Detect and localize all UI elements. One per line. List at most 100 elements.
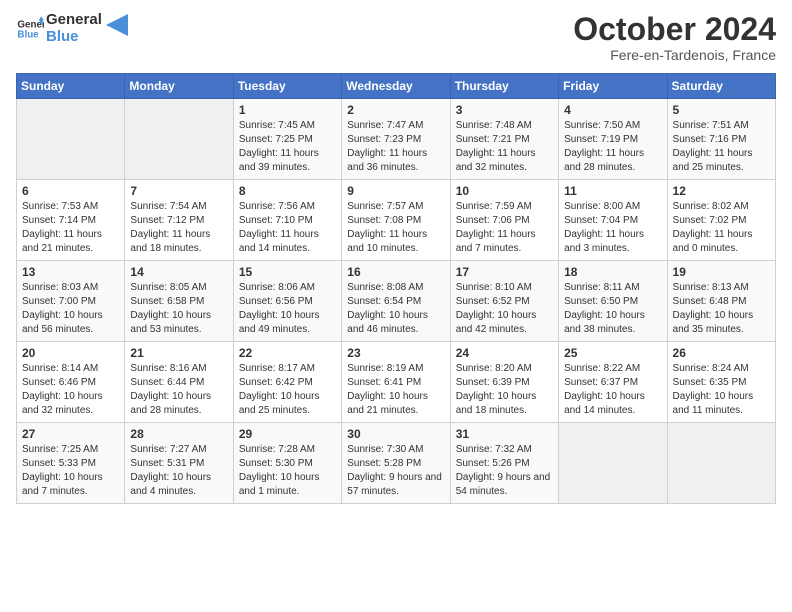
calendar-cell: 10Sunrise: 7:59 AM Sunset: 7:06 PM Dayli… bbox=[450, 180, 558, 261]
calendar-cell: 19 Sunrise: 8:13 AM Sunset: 6:48 PM Dayli… bbox=[667, 261, 775, 342]
day-info: Sunrise: 7:28 AM Sunset: 5:30 PM Dayligh… bbox=[239, 443, 336, 499]
day-info: Sunrise: 8:24 AM Sunset: 6:35 PM Dayligh… bbox=[673, 362, 770, 418]
calendar-cell bbox=[559, 423, 667, 504]
day-info: Sunrise: 8:13 AM Sunset: 6:48 PM Dayligh… bbox=[673, 281, 770, 337]
calendar-cell: 18Sunrise: 8:11 AM Sunset: 6:50 PM Dayli… bbox=[559, 261, 667, 342]
day-info: Sunrise: 8:06 AM Sunset: 6:56 PM Dayligh… bbox=[239, 281, 336, 337]
day-number: 1 bbox=[239, 103, 336, 117]
logo-arrow-icon bbox=[106, 14, 128, 36]
week-row-1: 1Sunrise: 7:45 AM Sunset: 7:25 PM Daylig… bbox=[17, 99, 776, 180]
day-number: 27 bbox=[22, 427, 119, 441]
day-info: Sunrise: 7:27 AM Sunset: 5:31 PM Dayligh… bbox=[130, 443, 227, 499]
day-info: Sunrise: 8:02 AM Sunset: 7:02 PM Dayligh… bbox=[673, 200, 770, 256]
day-info: Sunrise: 8:03 AM Sunset: 7:00 PM Dayligh… bbox=[22, 281, 119, 337]
calendar-cell: 2 Sunrise: 7:47 AM Sunset: 7:23 PM Daylig… bbox=[342, 99, 450, 180]
calendar-cell: 13 Sunrise: 8:03 AM Sunset: 7:00 PM Dayli… bbox=[17, 261, 125, 342]
calendar-cell: 27 Sunrise: 7:25 AM Sunset: 5:33 PM Dayli… bbox=[17, 423, 125, 504]
main-container: General Blue General Blue October 2024 F… bbox=[0, 0, 792, 512]
calendar-cell: 30Sunrise: 7:30 AM Sunset: 5:28 PM Dayli… bbox=[342, 423, 450, 504]
calendar-cell: 7Sunrise: 7:54 AM Sunset: 7:12 PM Daylig… bbox=[125, 180, 233, 261]
day-number: 10 bbox=[456, 184, 553, 198]
day-info: Sunrise: 7:25 AM Sunset: 5:33 PM Dayligh… bbox=[22, 443, 119, 499]
calendar-cell: 24 Sunrise: 8:20 AM Sunset: 6:39 PM Dayli… bbox=[450, 342, 558, 423]
calendar-cell: 15 Sunrise: 8:06 AM Sunset: 6:56 PM Dayli… bbox=[233, 261, 341, 342]
calendar-cell: 23 Sunrise: 8:19 AM Sunset: 6:41 PM Dayli… bbox=[342, 342, 450, 423]
week-row-4: 20Sunrise: 8:14 AM Sunset: 6:46 PM Dayli… bbox=[17, 342, 776, 423]
day-number: 31 bbox=[456, 427, 553, 441]
day-number: 5 bbox=[673, 103, 770, 117]
day-info: Sunrise: 7:48 AM Sunset: 7:21 PM Dayligh… bbox=[456, 119, 553, 175]
day-number: 25 bbox=[564, 346, 661, 360]
day-info: Sunrise: 7:47 AM Sunset: 7:23 PM Dayligh… bbox=[347, 119, 444, 175]
day-info: Sunrise: 7:53 AM Sunset: 7:14 PM Dayligh… bbox=[22, 200, 119, 256]
calendar-cell: 11 Sunrise: 8:00 AM Sunset: 7:04 PM Dayli… bbox=[559, 180, 667, 261]
calendar-cell bbox=[125, 99, 233, 180]
day-number: 30 bbox=[347, 427, 444, 441]
calendar-cell: 3 Sunrise: 7:48 AM Sunset: 7:21 PM Daylig… bbox=[450, 99, 558, 180]
month-title: October 2024 bbox=[573, 12, 776, 47]
calendar-cell: 31 Sunrise: 7:32 AM Sunset: 5:26 PM Dayli… bbox=[450, 423, 558, 504]
calendar-cell: 5 Sunrise: 7:51 AM Sunset: 7:16 PM Daylig… bbox=[667, 99, 775, 180]
calendar-cell: 26Sunrise: 8:24 AM Sunset: 6:35 PM Dayli… bbox=[667, 342, 775, 423]
day-number: 15 bbox=[239, 265, 336, 279]
svg-text:Blue: Blue bbox=[17, 29, 39, 40]
day-number: 7 bbox=[130, 184, 227, 198]
day-number: 19 bbox=[673, 265, 770, 279]
day-info: Sunrise: 7:32 AM Sunset: 5:26 PM Dayligh… bbox=[456, 443, 553, 499]
day-number: 20 bbox=[22, 346, 119, 360]
day-info: Sunrise: 7:51 AM Sunset: 7:16 PM Dayligh… bbox=[673, 119, 770, 175]
title-block: October 2024 Fere-en-Tardenois, France bbox=[573, 12, 776, 63]
day-number: 12 bbox=[673, 184, 770, 198]
day-info: Sunrise: 7:57 AM Sunset: 7:08 PM Dayligh… bbox=[347, 200, 444, 256]
day-number: 18 bbox=[564, 265, 661, 279]
calendar-cell bbox=[17, 99, 125, 180]
day-info: Sunrise: 8:22 AM Sunset: 6:37 PM Dayligh… bbox=[564, 362, 661, 418]
calendar-cell: 6 Sunrise: 7:53 AM Sunset: 7:14 PM Daylig… bbox=[17, 180, 125, 261]
calendar-cell: 1Sunrise: 7:45 AM Sunset: 7:25 PM Daylig… bbox=[233, 99, 341, 180]
day-header-wednesday: Wednesday bbox=[342, 74, 450, 99]
day-number: 6 bbox=[22, 184, 119, 198]
header-row: SundayMondayTuesdayWednesdayThursdayFrid… bbox=[17, 74, 776, 99]
day-number: 14 bbox=[130, 265, 227, 279]
day-info: Sunrise: 8:00 AM Sunset: 7:04 PM Dayligh… bbox=[564, 200, 661, 256]
day-number: 11 bbox=[564, 184, 661, 198]
day-number: 23 bbox=[347, 346, 444, 360]
day-info: Sunrise: 8:08 AM Sunset: 6:54 PM Dayligh… bbox=[347, 281, 444, 337]
calendar-cell: 9 Sunrise: 7:57 AM Sunset: 7:08 PM Daylig… bbox=[342, 180, 450, 261]
day-number: 3 bbox=[456, 103, 553, 117]
day-number: 28 bbox=[130, 427, 227, 441]
day-number: 17 bbox=[456, 265, 553, 279]
day-header-saturday: Saturday bbox=[667, 74, 775, 99]
day-number: 13 bbox=[22, 265, 119, 279]
day-number: 22 bbox=[239, 346, 336, 360]
calendar-cell: 22Sunrise: 8:17 AM Sunset: 6:42 PM Dayli… bbox=[233, 342, 341, 423]
calendar-cell: 21Sunrise: 8:16 AM Sunset: 6:44 PM Dayli… bbox=[125, 342, 233, 423]
day-info: Sunrise: 8:19 AM Sunset: 6:41 PM Dayligh… bbox=[347, 362, 444, 418]
day-number: 29 bbox=[239, 427, 336, 441]
calendar-cell: 14Sunrise: 8:05 AM Sunset: 6:58 PM Dayli… bbox=[125, 261, 233, 342]
logo-icon: General Blue bbox=[16, 15, 44, 43]
calendar-cell: 28 Sunrise: 7:27 AM Sunset: 5:31 PM Dayli… bbox=[125, 423, 233, 504]
day-header-monday: Monday bbox=[125, 74, 233, 99]
day-number: 21 bbox=[130, 346, 227, 360]
day-number: 9 bbox=[347, 184, 444, 198]
logo-general: General bbox=[46, 12, 102, 29]
day-number: 4 bbox=[564, 103, 661, 117]
day-header-thursday: Thursday bbox=[450, 74, 558, 99]
calendar-cell: 29 Sunrise: 7:28 AM Sunset: 5:30 PM Dayli… bbox=[233, 423, 341, 504]
day-info: Sunrise: 8:10 AM Sunset: 6:52 PM Dayligh… bbox=[456, 281, 553, 337]
day-header-tuesday: Tuesday bbox=[233, 74, 341, 99]
day-info: Sunrise: 7:50 AM Sunset: 7:19 PM Dayligh… bbox=[564, 119, 661, 175]
logo: General Blue General Blue bbox=[16, 12, 128, 45]
day-number: 16 bbox=[347, 265, 444, 279]
calendar-cell: 4 Sunrise: 7:50 AM Sunset: 7:19 PM Daylig… bbox=[559, 99, 667, 180]
day-header-sunday: Sunday bbox=[17, 74, 125, 99]
week-row-3: 13 Sunrise: 8:03 AM Sunset: 7:00 PM Dayli… bbox=[17, 261, 776, 342]
week-row-5: 27 Sunrise: 7:25 AM Sunset: 5:33 PM Dayli… bbox=[17, 423, 776, 504]
day-header-friday: Friday bbox=[559, 74, 667, 99]
day-info: Sunrise: 8:20 AM Sunset: 6:39 PM Dayligh… bbox=[456, 362, 553, 418]
day-number: 24 bbox=[456, 346, 553, 360]
calendar-cell: 20Sunrise: 8:14 AM Sunset: 6:46 PM Dayli… bbox=[17, 342, 125, 423]
day-number: 2 bbox=[347, 103, 444, 117]
week-row-2: 6 Sunrise: 7:53 AM Sunset: 7:14 PM Daylig… bbox=[17, 180, 776, 261]
